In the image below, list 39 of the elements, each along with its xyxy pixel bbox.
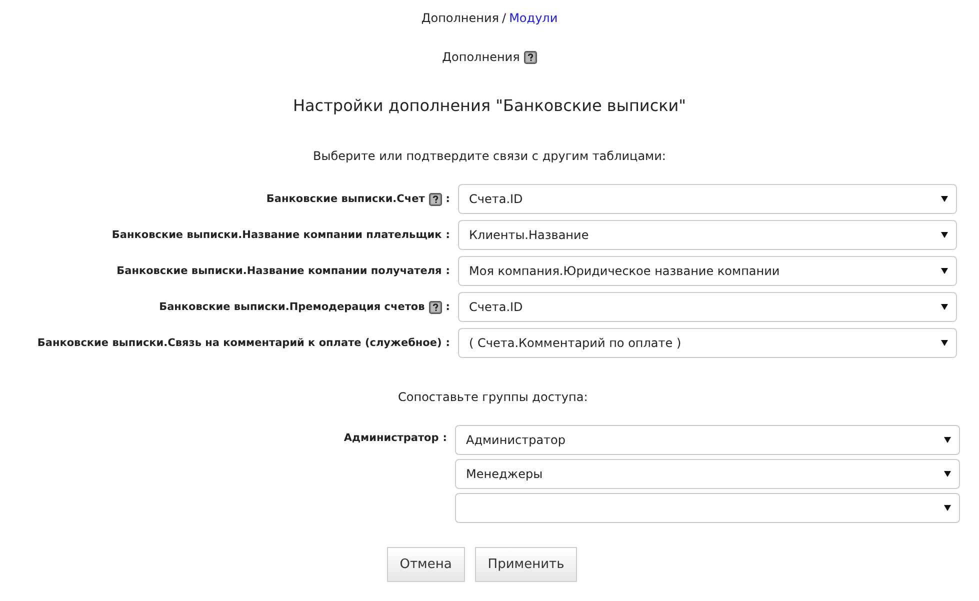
dropdown-select[interactable]: Клиенты.Название: [458, 220, 957, 250]
caret-icon: [944, 471, 951, 477]
dropdown-select[interactable]: Менеджеры: [455, 459, 960, 489]
caret-icon: [944, 437, 951, 443]
dropdown-select[interactable]: Счета.ID: [458, 184, 957, 214]
colon: :: [446, 265, 450, 277]
dropdown-select[interactable]: Администратор: [455, 425, 960, 455]
form-button[interactable]: Применить: [474, 547, 578, 582]
caret-icon: [941, 340, 948, 346]
field-label: Банковские выписки.Название компании получателя: [116, 265, 442, 277]
colon: :: [446, 337, 450, 349]
caret-icon: [941, 268, 948, 274]
settings-heading: Настройки дополнения "Банковские выписки": [292, 95, 688, 117]
help-icon[interactable]: [428, 300, 442, 314]
field-label: Банковские выписки.Связь на комментарий к оплате (служебное): [37, 337, 442, 349]
colon: :: [446, 193, 450, 205]
groups-intro: Сопоставьте группы доступа:: [398, 389, 589, 405]
help-icon[interactable]: [524, 50, 537, 64]
caret-icon: [944, 505, 951, 511]
colon: :: [442, 432, 447, 444]
dropdown-select[interactable]: ( Счета.Комментарий по оплате ): [458, 328, 957, 358]
field-label: Банковские выписки.Название компании плательщик: [112, 229, 442, 241]
dropdown-select[interactable]: Счета.ID: [458, 292, 957, 322]
group-label: Администратор: [344, 432, 439, 444]
dropdown-select[interactable]: Моя компания.Юридическое название компании: [458, 256, 957, 286]
field-label: Банковские выписки.Премодерация счетов: [159, 301, 425, 313]
caret-icon: [941, 232, 948, 238]
breadcrumb-separator: /: [502, 11, 506, 25]
section-title: Дополнения: [442, 50, 520, 64]
help-icon[interactable]: [428, 192, 442, 206]
caret-icon: [941, 304, 948, 310]
breadcrumb-link[interactable]: Модули: [509, 11, 558, 25]
breadcrumb-parent: Дополнения: [421, 11, 500, 25]
caret-icon: [941, 196, 948, 202]
colon: :: [446, 301, 450, 313]
colon: :: [446, 229, 450, 241]
form-button[interactable]: Отмена: [386, 547, 465, 582]
field-label: Банковские выписки.Счет: [266, 193, 425, 205]
links-intro: Выберите или подтвердите связи с другим таблицами:: [312, 148, 667, 164]
